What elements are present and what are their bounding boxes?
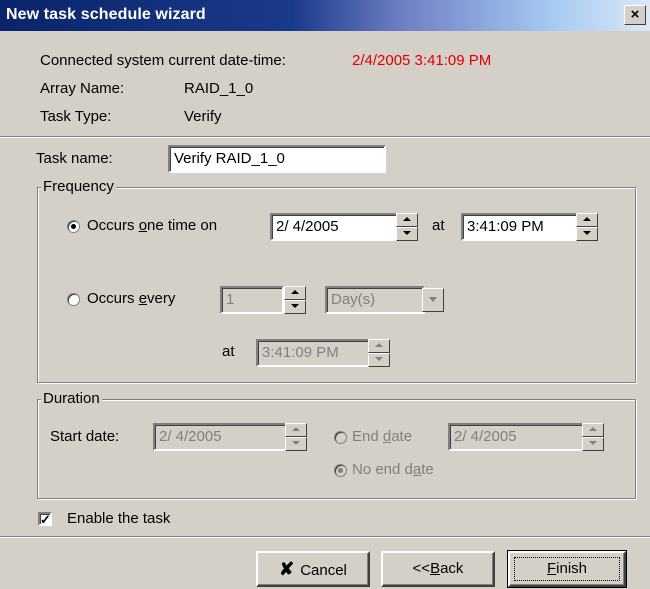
no-end-date-label[interactable]: No end date	[352, 461, 434, 478]
every-at-label: at	[222, 343, 235, 360]
task-name-input[interactable]: Verify RAID_1_0	[168, 145, 386, 173]
title-bar[interactable]: New task schedule wizard ×	[0, 0, 650, 31]
cancel-button[interactable]: ✘ Cancel	[256, 551, 370, 587]
end-date-input[interactable]: 2/ 4/2005	[448, 423, 584, 451]
array-name-label: Array Name:	[40, 80, 125, 97]
every-time-spinner[interactable]	[368, 339, 390, 367]
end-date-radio[interactable]	[334, 431, 347, 444]
cancel-x-icon: ✘	[279, 559, 295, 579]
start-date-label: Start date:	[50, 428, 120, 445]
every-count-spinner[interactable]	[284, 286, 306, 314]
array-name-value: RAID_1_0	[184, 80, 254, 97]
wizard-window: New task schedule wizard × Connected sys…	[0, 0, 650, 589]
spin-up-icon[interactable]	[582, 423, 604, 437]
every-count-input[interactable]: 1	[220, 286, 284, 314]
spin-up-icon[interactable]	[576, 213, 598, 227]
occurs-once-label[interactable]: Occurs one time on	[87, 217, 217, 234]
once-time-input[interactable]: 3:41:09 PM	[461, 213, 579, 241]
spin-up-icon[interactable]	[368, 339, 390, 353]
spin-down-icon[interactable]	[582, 437, 604, 451]
radio-dot	[71, 224, 76, 229]
once-date-input[interactable]: 2/ 4/2005	[270, 213, 398, 241]
back-button[interactable]: <<Back	[381, 551, 495, 587]
spin-down-icon[interactable]	[396, 227, 418, 241]
task-name-label: Task name:	[36, 150, 113, 167]
radio-dot	[338, 468, 343, 473]
no-end-date-radio[interactable]	[334, 464, 347, 477]
focus-rect	[514, 557, 620, 581]
spin-down-icon[interactable]	[284, 300, 306, 314]
check-icon: ✓	[40, 512, 51, 527]
separator-bottom	[0, 536, 650, 538]
end-date-label[interactable]: End date	[352, 428, 412, 445]
spin-up-icon[interactable]	[284, 286, 306, 300]
task-name-value: Verify RAID_1_0	[174, 150, 285, 167]
duration-title: Duration	[41, 390, 102, 407]
close-icon: ×	[630, 6, 640, 23]
spin-down-icon[interactable]	[576, 227, 598, 241]
chevron-down-icon[interactable]	[422, 288, 444, 312]
spin-down-icon[interactable]	[285, 437, 307, 451]
every-time-input[interactable]: 3:41:09 PM	[256, 339, 372, 367]
start-date-input[interactable]: 2/ 4/2005	[153, 423, 287, 451]
start-date-spinner[interactable]	[285, 423, 307, 451]
occurs-once-radio[interactable]	[67, 220, 80, 233]
once-at-label: at	[432, 217, 445, 234]
end-date-spinner[interactable]	[582, 423, 604, 451]
spin-up-icon[interactable]	[285, 423, 307, 437]
occurs-every-label[interactable]: Occurs every	[87, 290, 175, 307]
occurs-every-radio[interactable]	[67, 293, 80, 306]
task-type-label: Task Type:	[40, 108, 112, 125]
datetime-label: Connected system current date-time:	[40, 52, 286, 69]
close-button[interactable]: ×	[624, 5, 646, 25]
window-title: New task schedule wizard	[6, 6, 206, 23]
spin-up-icon[interactable]	[396, 213, 418, 227]
enable-task-label[interactable]: Enable the task	[67, 510, 170, 527]
datetime-value: 2/4/2005 3:41:09 PM	[352, 52, 492, 69]
every-unit-select[interactable]: Day(s)	[325, 286, 425, 314]
once-date-spinner[interactable]	[396, 213, 418, 241]
task-type-value: Verify	[184, 108, 222, 125]
finish-button[interactable]: Finish	[507, 550, 627, 588]
separator-top	[0, 136, 650, 138]
enable-task-checkbox[interactable]: ✓	[38, 512, 52, 526]
once-time-spinner[interactable]	[576, 213, 598, 241]
spin-down-icon[interactable]	[368, 353, 390, 367]
frequency-title: Frequency	[41, 178, 116, 195]
